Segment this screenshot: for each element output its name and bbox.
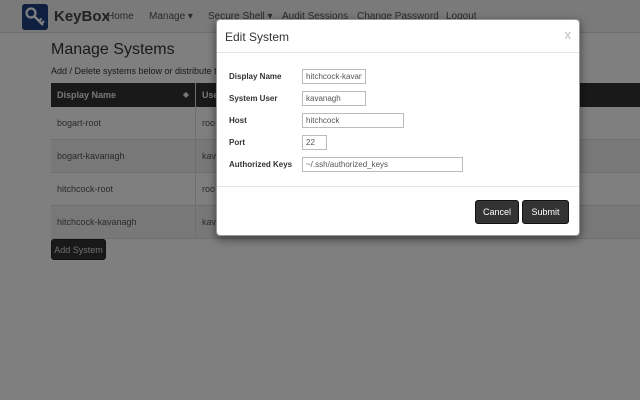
submit-button[interactable]: Submit	[522, 200, 569, 224]
display-name-label: Display Name	[229, 72, 282, 81]
system-user-input[interactable]	[302, 91, 366, 106]
modal-header: Edit System x	[217, 20, 579, 53]
port-label: Port	[229, 138, 245, 147]
host-label: Host	[229, 116, 247, 125]
port-input[interactable]	[302, 135, 327, 150]
modal-title: Edit System	[225, 30, 290, 44]
display-name-input[interactable]	[302, 69, 366, 84]
cancel-button[interactable]: Cancel	[475, 200, 519, 224]
modal-footer: Cancel Submit	[217, 186, 579, 236]
close-icon[interactable]: x	[565, 27, 572, 42]
host-input[interactable]	[302, 113, 404, 128]
system-user-label: System User	[229, 94, 278, 103]
edit-system-dialog: Edit System x Display Name System User H…	[216, 19, 580, 236]
authorized-keys-label: Authorized Keys	[229, 160, 293, 169]
authorized-keys-input[interactable]	[302, 157, 463, 172]
